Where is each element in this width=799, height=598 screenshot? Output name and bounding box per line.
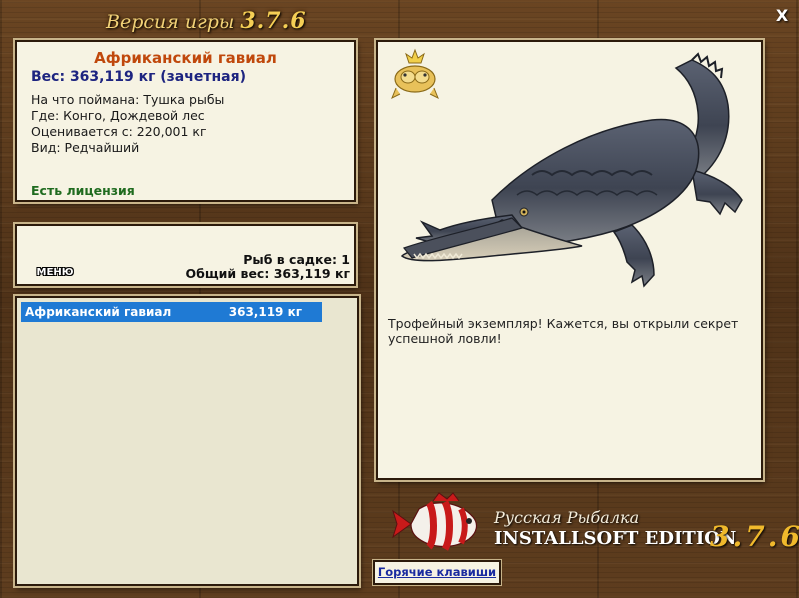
fish-valuation: Оценивается с: 220,001 кг bbox=[31, 124, 207, 139]
window-title-text: Версия игры bbox=[106, 11, 235, 33]
license-status: Есть лицензия bbox=[31, 183, 135, 198]
fish-location: Где: Конго, Дождевой лес bbox=[31, 108, 205, 123]
cage-summary-panel: МЕНЮ Рыб в садке: 1 Общий вес: 363,119 к… bbox=[15, 224, 356, 286]
fish-name: Африканский гавиал bbox=[94, 49, 277, 67]
brand-version: 3.7.6 bbox=[710, 520, 799, 553]
list-item[interactable]: Африканский гавиал 363,119 кг bbox=[21, 302, 322, 322]
list-item-weight: 363,119 кг bbox=[228, 305, 302, 319]
cage-total-weight: Общий вес: 363,119 кг bbox=[185, 266, 351, 281]
close-icon[interactable]: X bbox=[772, 6, 792, 26]
cage-fish-count: Рыб в садке: 1 bbox=[243, 252, 350, 267]
list-item-name: Африканский гавиал bbox=[25, 305, 172, 319]
window-title: Версия игры 3.7.6 bbox=[106, 8, 307, 34]
fish-preview-panel: Трофейный экземпляр! Кажется, вы открыли… bbox=[376, 40, 763, 480]
gharial-image bbox=[400, 52, 743, 288]
window-title-version: 3.7.6 bbox=[240, 8, 307, 34]
trophy-description: Трофейный экземпляр! Кажется, вы открыли… bbox=[388, 316, 739, 346]
hotkeys-button[interactable]: Горячие клавиши bbox=[373, 560, 501, 585]
brand-title: Русская Рыбалка bbox=[494, 508, 640, 527]
fish-rarity: Вид: Редчайший bbox=[31, 140, 140, 155]
fish-weight: Вес: 363,119 кг (зачетная) bbox=[31, 69, 246, 85]
menu-button[interactable]: МЕНЮ bbox=[34, 266, 76, 280]
fish-details: На что поймана: Тушка рыбы Где: Конго, Д… bbox=[31, 92, 340, 156]
brand-edition: INSTALLSOFT EDITION bbox=[494, 528, 737, 549]
brand-fish-logo bbox=[392, 492, 478, 551]
fish-info-panel: Африканский гавиал Вес: 363,119 кг (заче… bbox=[15, 40, 356, 202]
fish-bait: На что поймана: Тушка рыбы bbox=[31, 92, 225, 107]
catch-list-panel: Африканский гавиал 363,119 кг bbox=[15, 296, 359, 586]
trophy-fish-badge-icon bbox=[391, 48, 439, 100]
